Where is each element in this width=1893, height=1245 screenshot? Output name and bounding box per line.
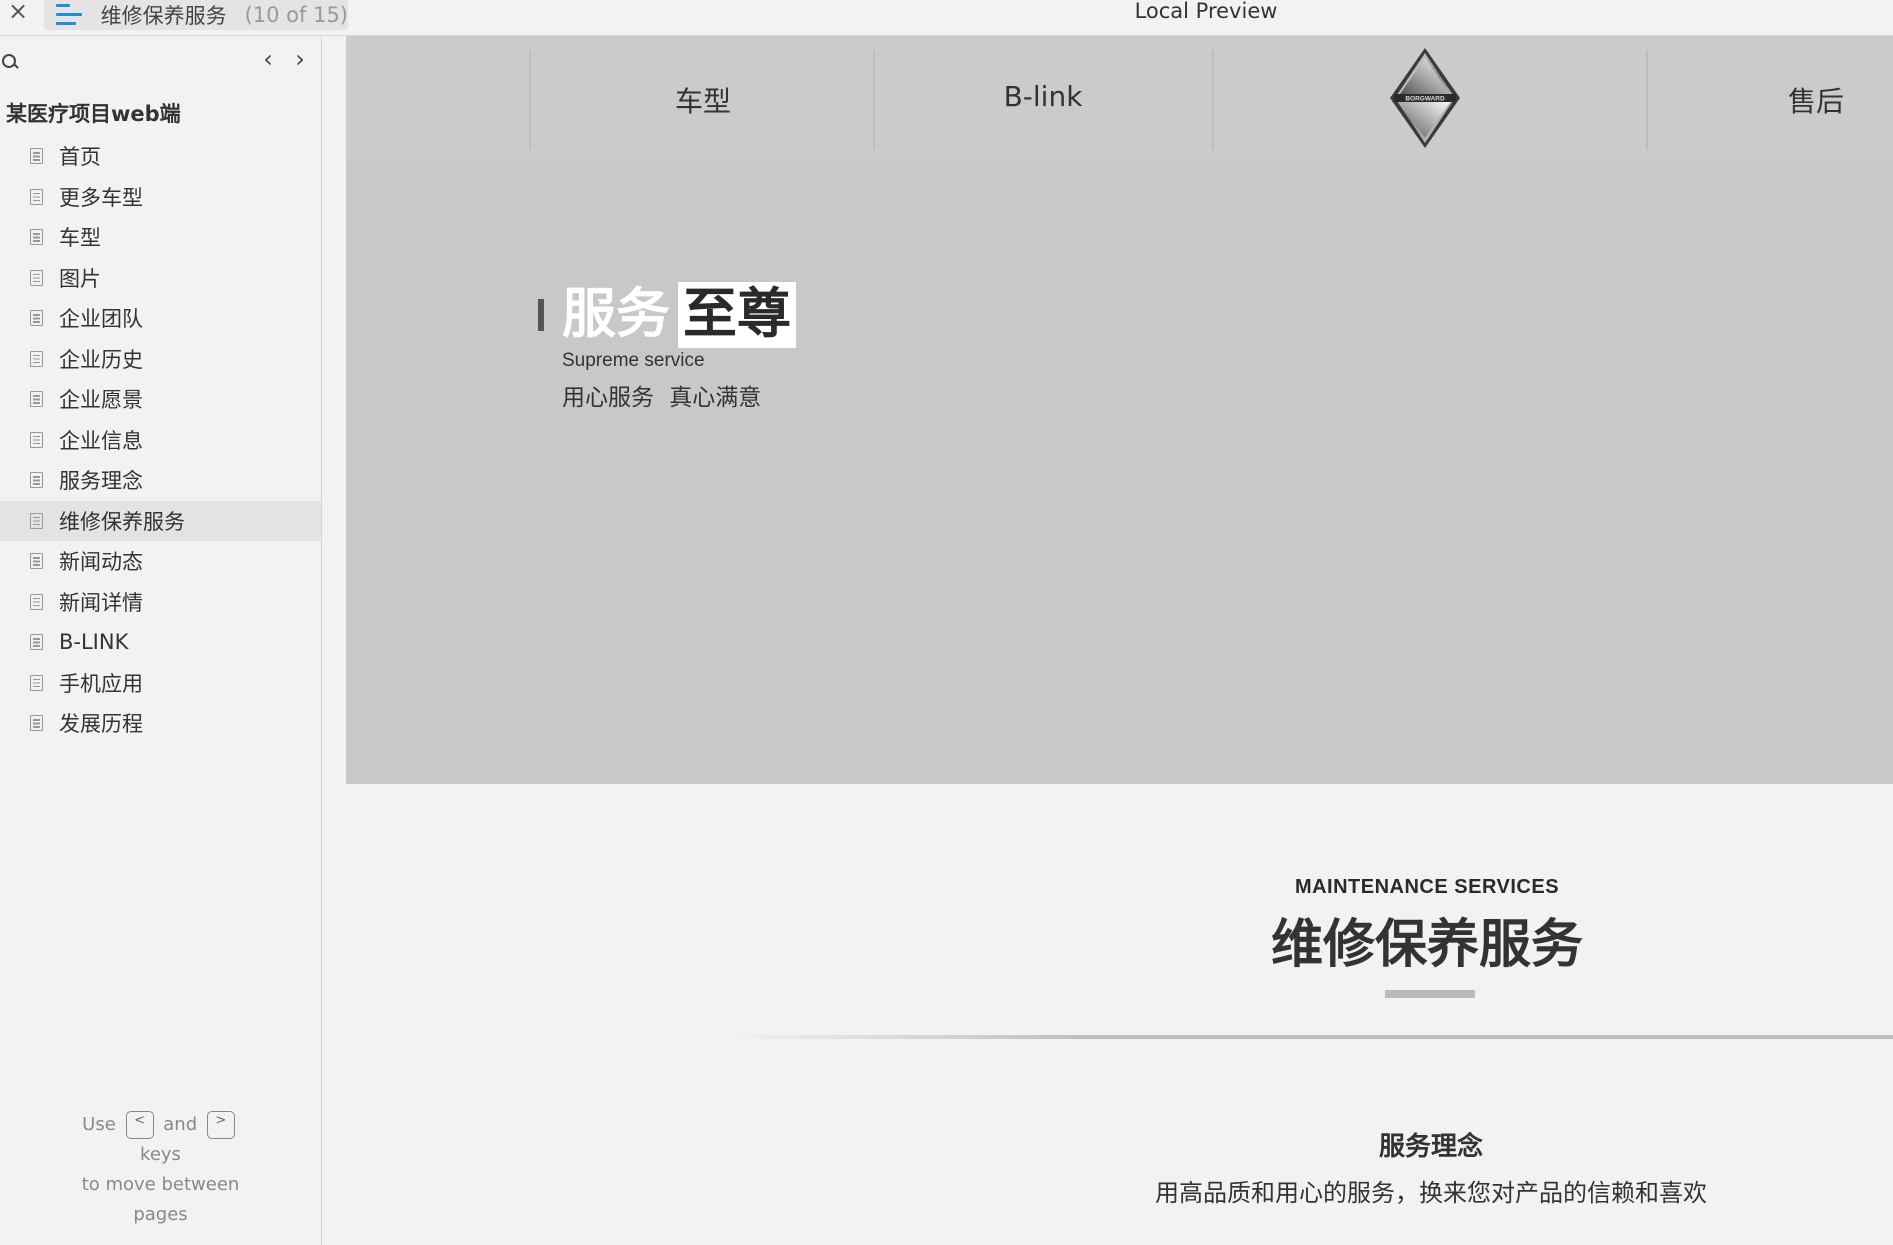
help-text-use: Use [82, 1114, 116, 1135]
hero-subtitle: 用心服务 真心满意 [562, 385, 762, 411]
help-text-line3: pages [133, 1204, 188, 1225]
title-bar: × 维修保养服务 (10 of 15) Local Preview [0, 0, 1893, 36]
sidebar-item-mobile-app[interactable]: 手机应用 [0, 663, 321, 704]
next-page-button[interactable]: › [288, 47, 312, 72]
sidebar-item-label: 服务理念 [59, 469, 143, 494]
page-icon [30, 188, 43, 205]
sidebar-item-service-concept[interactable]: 服务理念 [0, 460, 321, 501]
right-key-icon: > [206, 1111, 235, 1139]
sidebar-item-pictures[interactable]: 图片 [0, 258, 321, 299]
section-title: 维修保养服务 [1270, 915, 1584, 975]
page-icon [30, 229, 43, 246]
page-icon [30, 269, 43, 286]
sidebar-item-label: 企业信息 [59, 428, 143, 453]
project-title: 某医疗项目web端 [6, 102, 181, 126]
page-icon [30, 350, 43, 367]
sidebar-item-info[interactable]: 企业信息 [0, 420, 321, 461]
help-text-line2: to move between [81, 1174, 240, 1195]
borgward-logo-icon[interactable]: BORGWARD [1388, 46, 1462, 150]
sidebar-item-team[interactable]: 企业团队 [0, 298, 321, 339]
nav-divider [1212, 50, 1214, 150]
page-list: 首页 更多车型 车型 图片 企业团队 企业历史 企业愿景 企业信息 服务理念 维… [0, 136, 321, 744]
window-title: Local Preview [1134, 0, 1278, 23]
close-button[interactable]: × [4, 0, 32, 26]
preview-canvas: 车型 B-link BORGWARD 售后 服务 至尊 Supreme serv… [346, 36, 1893, 1245]
sidebar-item-b-link[interactable]: B-LINK [0, 622, 321, 663]
hero-title: 服务 [562, 282, 670, 345]
help-text-and: and [163, 1114, 198, 1135]
page-icon [30, 674, 43, 691]
help-text-keys: keys [140, 1144, 181, 1165]
section-title-en: MAINTENANCE SERVICES [1294, 876, 1560, 898]
sidebar-item-label: 企业团队 [59, 307, 143, 332]
concept-title: 服务理念 [1378, 1132, 1484, 1162]
left-key-icon: < [125, 1111, 154, 1139]
keyboard-help: Use < and > keys to move between pages [0, 1110, 321, 1230]
sidebar-item-news[interactable]: 新闻动态 [0, 541, 321, 582]
sidebar-item-more-models[interactable]: 更多车型 [0, 177, 321, 218]
page-icon [30, 472, 43, 489]
document-tab-title: 维修保养服务 [100, 4, 227, 28]
sidebar-item-label: 新闻详情 [59, 590, 143, 615]
sidebar-item-label: 发展历程 [59, 712, 143, 737]
sidebar-item-label: B-LINK [59, 630, 129, 655]
sidebar-item-label: 车型 [59, 226, 101, 251]
sidebar-item-vision[interactable]: 企业愿景 [0, 379, 321, 420]
nav-divider [529, 50, 531, 150]
sidebar-item-label: 更多车型 [59, 185, 143, 210]
page-icon [30, 715, 43, 732]
page-icon [30, 512, 43, 529]
sidebar: ‹ › 某医疗项目web端 首页 更多车型 车型 图片 企业团队 企业历史 企业… [0, 36, 322, 1245]
page-icon [30, 148, 43, 165]
sidebar-item-label: 企业历史 [59, 347, 143, 372]
sidebar-item-label: 企业愿景 [59, 388, 143, 413]
hero-accent-bar [538, 299, 544, 331]
nav-divider [873, 50, 875, 150]
sidebar-item-history[interactable]: 企业历史 [0, 339, 321, 380]
sidebar-item-home[interactable]: 首页 [0, 136, 321, 177]
page-count: (10 of 15) [244, 3, 348, 27]
page-icon [30, 310, 43, 327]
sidebar-toolbar: ‹ › [0, 36, 321, 86]
sidebar-item-news-detail[interactable]: 新闻详情 [0, 582, 321, 623]
hero-banner: 服务 至尊 Supreme service 用心服务 真心满意 [346, 162, 1893, 784]
sidebar-item-label: 首页 [59, 145, 101, 170]
nav-item-after-sales[interactable]: 售后 [1788, 80, 1844, 120]
page-icon [30, 593, 43, 610]
sidebar-item-label: 新闻动态 [59, 550, 143, 575]
sidebar-item-models[interactable]: 车型 [0, 217, 321, 258]
sidebar-item-label: 图片 [59, 266, 101, 291]
nav-item-models[interactable]: 车型 [675, 80, 731, 120]
logo-text: BORGWARD [1405, 96, 1445, 103]
previous-page-button[interactable]: ‹ [256, 47, 280, 72]
nav-divider [1646, 50, 1648, 150]
sidebar-item-label: 维修保养服务 [59, 509, 185, 534]
page-icon [30, 634, 43, 651]
search-icon[interactable] [2, 54, 18, 70]
hero-subtitle-en: Supreme service [562, 350, 705, 371]
hero-title-highlight: 至尊 [678, 282, 796, 348]
page-icon [30, 553, 43, 570]
concept-text: 用高品质和用心的服务，换来您对产品的信赖和喜欢 [1155, 1179, 1707, 1207]
document-tab[interactable]: 维修保养服务 (10 of 15) [44, 0, 348, 30]
sidebar-item-label: 手机应用 [59, 671, 143, 696]
sidebar-item-development[interactable]: 发展历程 [0, 703, 321, 744]
section-underline [1385, 990, 1475, 998]
menu-icon[interactable] [56, 4, 82, 26]
site-navbar: 车型 B-link BORGWARD 售后 [346, 36, 1893, 162]
sidebar-item-maintenance[interactable]: 维修保养服务 [0, 500, 321, 541]
nav-item-b-link[interactable]: B-link [1004, 80, 1083, 113]
section-divider [730, 1035, 1893, 1039]
page-icon [30, 391, 43, 408]
page-icon [30, 431, 43, 448]
